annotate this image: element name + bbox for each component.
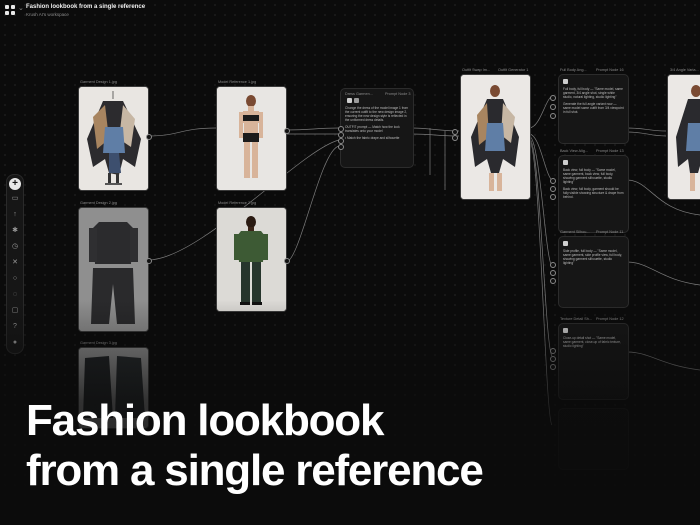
model-reference-2-node[interactable] — [216, 207, 287, 312]
image-chip-icon — [354, 98, 359, 103]
silhouette-node-tag: Prompt Node 11 — [596, 230, 624, 234]
prompt-text: Back view, full body, garment should be … — [563, 187, 624, 199]
prompt-text: Change the dress of the model image 1 fr… — [345, 106, 409, 122]
top-bar: ⌄ Fashion lookbook from a single referen… — [0, 0, 700, 24]
prompt-text: Side profile, full body — "Same model, s… — [563, 249, 622, 265]
image-chip-icon — [563, 241, 568, 246]
model-poncho-angle-image — [668, 75, 700, 199]
angle-node-title: Full Body Ang... — [560, 68, 587, 72]
image-chip-icon — [563, 79, 568, 84]
back-view-input-port[interactable] — [550, 194, 556, 200]
workspace-owner: Krush AI's workspace — [26, 12, 69, 17]
right-output-title: 3/4 Angle Varia... — [670, 68, 699, 72]
folder-icon[interactable]: ▭ — [10, 194, 20, 204]
model-1-label: Model Reference 1.jpg — [218, 80, 257, 84]
hero-caption-line-2: from a single reference — [26, 446, 484, 495]
output-node-title: Outfit Swap Im... — [462, 68, 491, 72]
model-swimwear-image — [217, 87, 286, 190]
hero-caption: Fashion lookbook from a single reference — [26, 396, 484, 496]
garment-2-output-port[interactable] — [146, 258, 152, 264]
prompt-text: • Match the fabric drape and silhouette — [345, 136, 400, 140]
workflow-canvas[interactable]: ⌄ Fashion lookbook from a single referen… — [0, 0, 700, 525]
prompt-input-port[interactable] — [338, 144, 344, 150]
prompt-text: Generate the full angle variant now — sa… — [563, 102, 624, 114]
angle-input-port[interactable] — [550, 113, 556, 119]
model-reference-1-node[interactable] — [216, 86, 287, 191]
model-green-sweater-image — [217, 208, 286, 311]
prompt-text: OUTFIT prompt — Match how the look trans… — [345, 125, 400, 133]
silhouette-input-port[interactable] — [550, 278, 556, 284]
model-2-output-port[interactable] — [284, 258, 290, 264]
back-view-node-body[interactable]: Back view, full body — "Same model, same… — [563, 168, 624, 202]
search-icon[interactable]: ○ — [10, 274, 20, 284]
back-view-node-title: Back View Alig... — [560, 149, 588, 153]
image-chip-icon — [347, 98, 352, 103]
prompt-text: Back view, full body — "Same model, same… — [563, 168, 616, 184]
prompt-node-tag: Prompt Node 3 — [385, 92, 411, 96]
garment-2-label: Garment Design 2.jpg — [80, 201, 117, 205]
garment-design-1-node[interactable] — [78, 86, 149, 191]
silhouette-node-body[interactable]: Side profile, full body — "Same model, s… — [563, 249, 624, 268]
output-input-port[interactable] — [452, 135, 458, 141]
prompt-node-back-view[interactable]: Back view, full body — "Same model, same… — [558, 155, 629, 233]
prompt-node-body[interactable]: Change the dress of the model image 1 fr… — [345, 106, 409, 143]
angle-variant-output-node[interactable] — [667, 74, 700, 200]
garment-1-label: Garment Design 1.jpg — [80, 80, 117, 84]
silhouette-node-title: Garment Silhou... — [560, 230, 590, 234]
angle-input-port[interactable] — [550, 95, 556, 101]
prompt-node-dress[interactable]: Dress Garmen... Prompt Node 3 Change the… — [340, 88, 414, 168]
poncho-garment-image — [79, 87, 148, 190]
prompt-node-title: Dress Garmen... — [345, 92, 373, 96]
output-node-tag: Outfit Generator 1 — [498, 68, 529, 72]
prompt-node-full-body-angle[interactable]: Full body, full body — "Same model, same… — [558, 74, 629, 144]
angle-input-port[interactable] — [550, 104, 556, 110]
silhouette-input-port[interactable] — [550, 270, 556, 276]
workspace-title: Fashion lookbook from a single reference — [26, 4, 146, 10]
back-view-input-port[interactable] — [550, 178, 556, 184]
hero-caption-line-1: Fashion lookbook — [26, 396, 384, 445]
history-icon[interactable]: ◷ — [10, 242, 20, 252]
angle-node-body[interactable]: Full body, full body — "Same model, same… — [563, 87, 624, 117]
image-chip-icon — [563, 160, 568, 165]
prompt-text: Full body, full body — "Same model, same… — [563, 87, 623, 99]
angle-node-tag: Prompt Node 16 — [596, 68, 624, 72]
prompt-node-side-profile[interactable]: Side profile, full body — "Same model, s… — [558, 236, 629, 308]
back-view-node-tag: Prompt Node 13 — [596, 149, 624, 153]
garment-1-output-port[interactable] — [146, 134, 152, 140]
close-icon[interactable]: ✕ — [10, 258, 20, 268]
silhouette-input-port[interactable] — [550, 262, 556, 268]
model-wearing-poncho-image — [461, 75, 530, 199]
model-2-label: Model Reference 2.jpg — [218, 201, 257, 205]
comment-icon[interactable]: ◌ — [10, 290, 20, 300]
model-1-output-port[interactable] — [284, 128, 290, 134]
outfit-swap-output-node[interactable] — [460, 74, 531, 200]
app-logo-icon[interactable] — [5, 5, 16, 16]
upload-icon[interactable]: ↑ — [10, 210, 20, 220]
add-node-button[interactable]: + — [9, 178, 21, 190]
menu-chevron-icon[interactable]: ⌄ — [18, 4, 24, 12]
back-view-input-port[interactable] — [550, 186, 556, 192]
asset-icon[interactable]: ✱ — [10, 226, 20, 236]
